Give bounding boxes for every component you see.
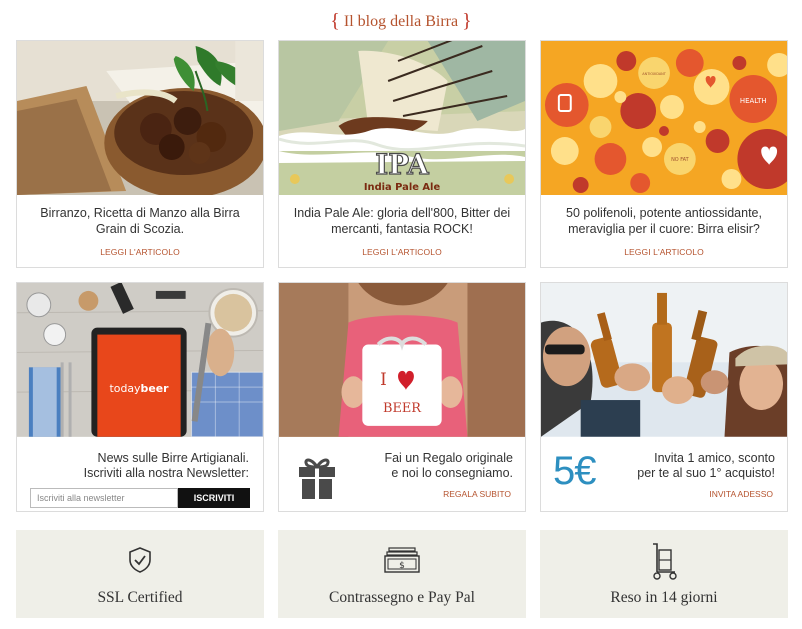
invite-text-line2: per te al suo 1° acquisto! bbox=[637, 466, 775, 480]
article-caption: Birranzo, Ricetta di Manzo alla Birra Gr… bbox=[40, 206, 240, 236]
gift-text-line1: Fai un Regalo originale bbox=[384, 451, 513, 465]
read-article-link[interactable]: LEGGI L'ARTICOLO bbox=[279, 247, 525, 257]
newsletter-text-line1: News sulle Birre Artigianali. bbox=[97, 451, 249, 465]
blog-title: { Il blog della Birra } bbox=[0, 10, 802, 33]
article-card-ipa[interactable]: IPA India Pale Ale India Pale Ale: glori… bbox=[278, 40, 526, 268]
read-article-link[interactable]: LEGGI L'ARTICOLO bbox=[17, 247, 263, 257]
invite-image-friends-toast[interactable] bbox=[541, 283, 787, 438]
banknote-icon: $ bbox=[384, 547, 420, 573]
newsletter-card: todaybeer News sulle Birre Artigianali. … bbox=[16, 281, 264, 512]
health-bubble-text: HEALTH bbox=[740, 97, 767, 105]
feature-label: SSL Certified bbox=[97, 589, 183, 606]
invite-text-line1: Invita 1 amico, sconto bbox=[654, 451, 775, 465]
newsletter-email-input[interactable] bbox=[30, 488, 178, 508]
article-card-birranzo[interactable]: Birranzo, Ricetta di Manzo alla Birra Gr… bbox=[16, 40, 264, 268]
shield-check-icon bbox=[129, 547, 151, 573]
tablet-brand-today: today bbox=[110, 382, 142, 395]
article-caption: 50 polifenoli, potente antiossidante, me… bbox=[566, 206, 762, 236]
gift-box-text-beer: BEER bbox=[383, 401, 421, 416]
svg-text:todaybeer: todaybeer bbox=[110, 382, 170, 395]
invite-card[interactable]: 5€ Invita 1 amico, sconto per te al suo … bbox=[540, 282, 788, 512]
discount-amount: 5€ bbox=[553, 449, 596, 493]
feature-label: Reso in 14 giorni bbox=[610, 589, 718, 606]
brace-left: { bbox=[330, 10, 340, 32]
gift-text: Fai un Regalo originale e noi lo consegn… bbox=[384, 451, 513, 481]
invite-text: Invita 1 amico, sconto per te al suo 1° … bbox=[637, 451, 775, 481]
subscribe-button[interactable]: ISCRIVITI bbox=[178, 488, 250, 508]
feature-label: Contrassegno e Pay Pal bbox=[329, 589, 475, 606]
article-card-polifenoli[interactable]: HEALTH ANTIOXIDANT NO FAT 50 polifenoli,… bbox=[540, 40, 788, 268]
svg-text:$: $ bbox=[399, 561, 405, 571]
hand-truck-icon bbox=[653, 543, 677, 580]
gift-card[interactable]: I BEER Fai un Regalo originale e noi lo … bbox=[278, 282, 526, 512]
brace-right: } bbox=[462, 10, 472, 32]
ipa-sublabel-text: India Pale Ale bbox=[364, 182, 441, 193]
article-image-health-bubbles[interactable]: HEALTH ANTIOXIDANT NO FAT bbox=[541, 41, 787, 195]
feature-payment: $ Contrassegno e Pay Pal bbox=[278, 530, 526, 618]
article-image-ipa-ship[interactable]: IPA India Pale Ale bbox=[279, 41, 525, 195]
gift-text-line2: e noi lo consegniamo. bbox=[391, 466, 513, 480]
newsletter-text-line2: Iscriviti alla nostra Newsletter: bbox=[83, 466, 249, 480]
invite-now-link[interactable]: INVITA ADESSO bbox=[709, 489, 773, 499]
ipa-label-text: IPA bbox=[375, 148, 429, 181]
gift-image-i-love-beer[interactable]: I BEER bbox=[279, 283, 525, 438]
read-article-link[interactable]: LEGGI L'ARTICOLO bbox=[541, 247, 787, 257]
feature-return: Reso in 14 giorni bbox=[540, 530, 788, 618]
newsletter-form: ISCRIVITI bbox=[30, 488, 250, 508]
nofat-bubble-text: NO FAT bbox=[671, 157, 690, 163]
blog-title-text: Il blog della Birra bbox=[343, 13, 459, 30]
tablet-brand-beer: beer bbox=[141, 382, 170, 395]
antioxidant-bubble-text: ANTIOXIDANT bbox=[642, 72, 666, 76]
article-image-beef-stew[interactable] bbox=[17, 41, 263, 195]
article-caption: India Pale Ale: gloria dell'800, Bitter … bbox=[293, 206, 511, 236]
newsletter-text: News sulle Birre Artigianali. Iscriviti … bbox=[84, 451, 249, 481]
gift-now-link[interactable]: REGALA SUBITO bbox=[443, 489, 511, 499]
gift-icon bbox=[299, 458, 335, 499]
newsletter-image-tablet: todaybeer bbox=[16, 281, 264, 438]
gift-box-text-i: I bbox=[380, 369, 387, 389]
feature-ssl: SSL Certified bbox=[16, 530, 264, 618]
